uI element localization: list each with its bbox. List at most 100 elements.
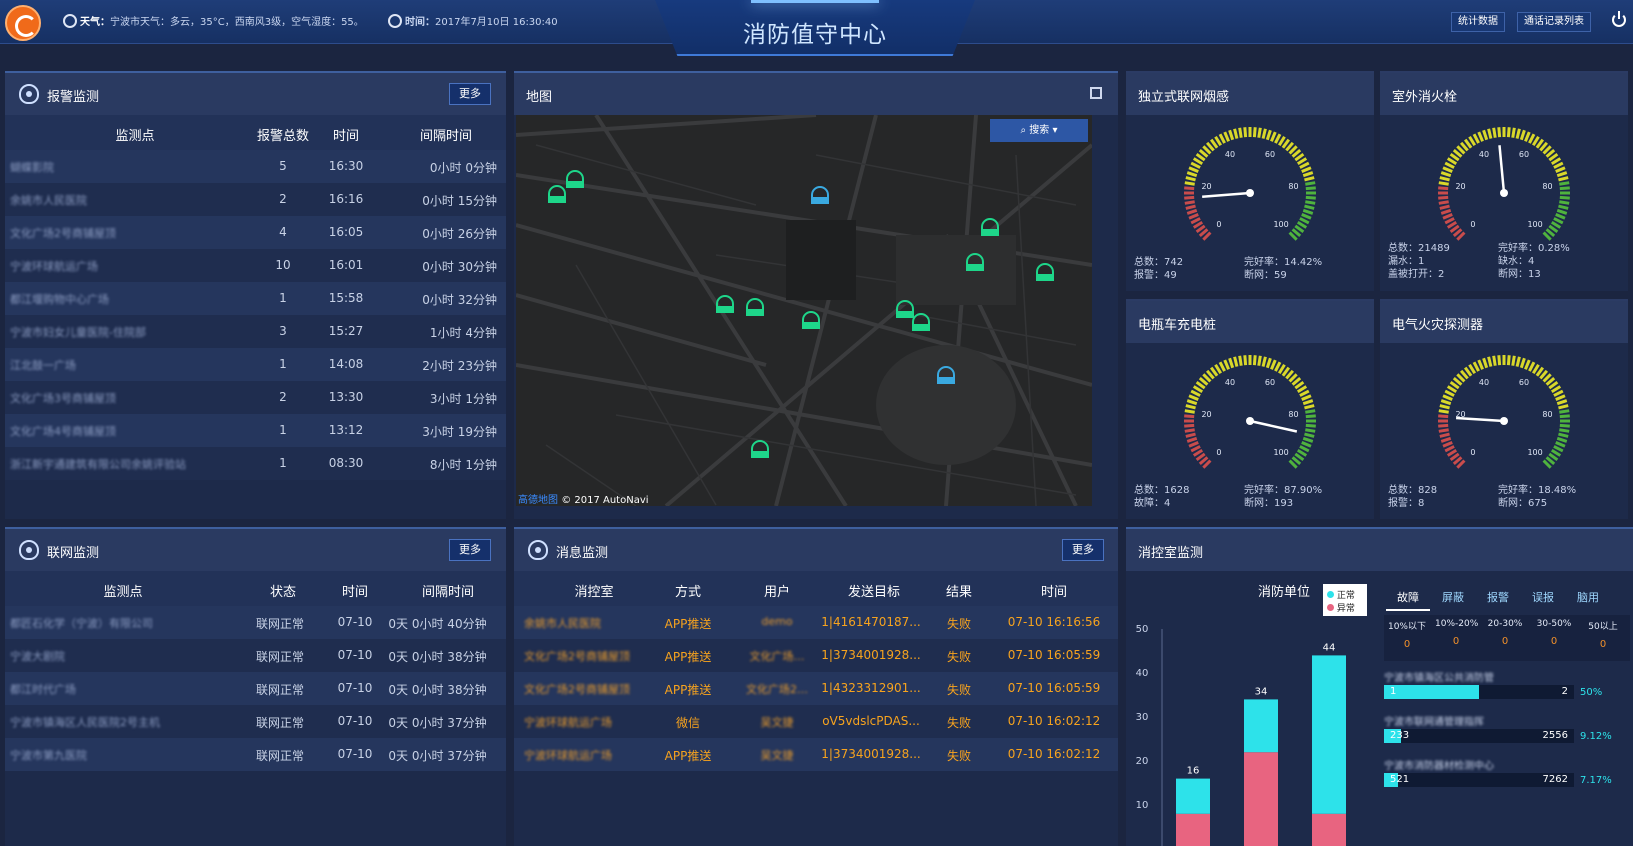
gauge-tick bbox=[1444, 389, 1455, 397]
station-marker-icon[interactable] bbox=[966, 253, 984, 271]
table-cell: 0天 0小时 40分钟 bbox=[388, 617, 487, 631]
bar-segment[interactable] bbox=[1312, 655, 1346, 814]
table-row[interactable]: 宁波市妇女儿童医院-住院部 3 15:27 1小时 4分钟 bbox=[5, 315, 506, 348]
percent-count: 0 bbox=[1452, 636, 1460, 647]
gauge-tick bbox=[1506, 127, 1511, 138]
map-view[interactable]: ⌕ 搜索 ▾ 高德地图 © 2017 AutoNavi bbox=[516, 115, 1092, 506]
table-row[interactable]: 宁波环球航运广场 10 16:01 0小时 30分钟 bbox=[5, 249, 506, 282]
bar-segment[interactable] bbox=[1176, 813, 1210, 846]
call-log-button[interactable]: 通话记录列表 bbox=[1517, 12, 1591, 32]
table-cell: 3小时 19分钟 bbox=[422, 425, 497, 439]
more-button[interactable]: 更多 bbox=[449, 83, 491, 105]
shield-icon bbox=[19, 84, 39, 104]
table-row[interactable]: 文化广场4号商铺屋顶 1 13:12 3小时 19分钟 bbox=[5, 414, 506, 447]
station-marker-icon[interactable] bbox=[802, 311, 820, 329]
gauge-tick-label: 0 bbox=[1216, 448, 1221, 457]
table-row[interactable]: 浙江新宇通建筑有限公司余姚评验站 1 08:30 8小时 1分钟 bbox=[5, 447, 506, 480]
table-row[interactable]: 宁波市第九医院 联网正常 07-10 0天 0小时 37分钟 bbox=[5, 738, 506, 771]
bar-segment[interactable] bbox=[1176, 778, 1210, 814]
gauge-tick bbox=[1468, 135, 1477, 147]
station-marker-icon[interactable] bbox=[912, 313, 930, 331]
table-row[interactable]: 宁波环球航运广场 微信 吴文捷 oV5vdslcPDAS... 失败 07-10 16:0… bbox=[514, 705, 1118, 738]
table-cell: 失败 bbox=[946, 683, 971, 697]
table-row[interactable]: 文化广场2号商铺屋顶 APP推送 文化广场2… 1|4323312901... 失败 07… bbox=[514, 672, 1118, 705]
panel-header: 消控室监测 bbox=[1126, 529, 1633, 571]
table-row[interactable]: 都江时代广场 联网正常 07-10 0天 0小时 38分钟 bbox=[5, 672, 506, 705]
table-cell: APP推送 bbox=[664, 683, 712, 697]
table-cell: 文化广场3号商铺屋顶 bbox=[10, 392, 116, 405]
table-cell: 3小时 1分钟 bbox=[429, 392, 497, 406]
more-button[interactable]: 更多 bbox=[449, 539, 491, 561]
gauge-tick bbox=[1233, 356, 1239, 367]
table-row[interactable]: 文化广场2号商铺屋顶 4 16:05 0小时 26分钟 bbox=[5, 216, 506, 249]
tab-3[interactable]: 误报 bbox=[1521, 589, 1565, 605]
bar-segment[interactable] bbox=[1244, 699, 1278, 753]
table-row[interactable]: 都江堰购物中心广场 1 15:58 0小时 32分钟 bbox=[5, 282, 506, 315]
search-icon: ⌕ bbox=[1020, 125, 1030, 136]
table-row[interactable]: 宁波大剧院 联网正常 07-10 0天 0小时 38分钟 bbox=[5, 639, 506, 672]
weather-text: 宁波市天气：多云，35°C，西南风3级，空气湿度：55。 bbox=[110, 17, 364, 28]
table-row[interactable]: 宁波市镇海区人民医院2号主机 联网正常 07-10 0天 0小时 37分钟 bbox=[5, 705, 506, 738]
table-cell: 宁波市妇女儿童医院-住院部 bbox=[10, 326, 146, 339]
gauge-tick bbox=[1438, 423, 1449, 428]
station-marker-icon[interactable] bbox=[1036, 263, 1054, 281]
table-row[interactable]: 文化广场3号商铺屋顶 2 13:30 3小时 1分钟 bbox=[5, 381, 506, 414]
gauge-tick bbox=[1304, 404, 1315, 410]
gauge-tick bbox=[1184, 409, 1195, 414]
table-cell: 0小时 30分钟 bbox=[422, 260, 497, 274]
gauge-dial: 0 20 40 60 80 100 bbox=[1184, 355, 1316, 469]
gauge-tick bbox=[1265, 357, 1272, 369]
table-cell: 0小时 26分钟 bbox=[422, 227, 497, 241]
table-row[interactable]: 江北鼓一广场 1 14:08 2小时 23分钟 bbox=[5, 348, 506, 381]
map-search-button[interactable]: ⌕ 搜索 ▾ bbox=[990, 119, 1088, 142]
table-row[interactable]: 都匠石化学（宁波）有限公司 联网正常 07-10 0天 0小时 40分钟 bbox=[5, 606, 506, 639]
station-marker-icon[interactable] bbox=[811, 186, 829, 204]
bar-percent: 9.12% bbox=[1580, 731, 1612, 742]
gauge-tick bbox=[1550, 220, 1562, 229]
col-header: 消控室 bbox=[574, 585, 614, 600]
tab-4[interactable]: 脑用 bbox=[1566, 589, 1610, 605]
table-cell: 1小时 4分钟 bbox=[429, 326, 497, 340]
bar-segment[interactable] bbox=[1244, 752, 1278, 846]
power-icon[interactable] bbox=[1612, 11, 1626, 27]
fullscreen-icon[interactable] bbox=[1090, 87, 1102, 99]
station-marker-icon[interactable] bbox=[896, 300, 914, 318]
unit-name: 宁波市联网通管理指挥 bbox=[1384, 717, 1484, 728]
station-marker-icon[interactable] bbox=[548, 185, 566, 203]
station-marker-icon[interactable] bbox=[716, 295, 734, 313]
gauge-stat: 盖被打开：2 bbox=[1388, 269, 1445, 280]
gauge-tick bbox=[1559, 181, 1570, 186]
table-row[interactable]: 余姚市人民医院 2 16:16 0小时 15分钟 bbox=[5, 183, 506, 216]
station-marker-icon[interactable] bbox=[937, 366, 955, 384]
table-cell: 都江堰购物中心广场 bbox=[10, 293, 109, 306]
gauge-tick bbox=[1515, 128, 1521, 139]
stats-button[interactable]: 统计数据 bbox=[1451, 12, 1505, 32]
table-row[interactable]: 余姚市人民医院 APP推送 demo 1|4161470187... 失败 07-10 1… bbox=[514, 606, 1118, 639]
gauge-tick bbox=[1556, 171, 1568, 178]
gauge-tick-label: 80 bbox=[1288, 410, 1298, 419]
gauge-tick-label: 60 bbox=[1265, 150, 1275, 159]
table-header: 监测点 报警总数 时间 间隔时间 bbox=[5, 115, 506, 150]
tab-1[interactable]: 屏蔽 bbox=[1431, 589, 1475, 605]
gauge-tick bbox=[1558, 176, 1569, 182]
table-cell: 宁波环球航运广场 bbox=[524, 749, 612, 762]
bar-segment[interactable] bbox=[1312, 813, 1346, 846]
percent-count: 0 bbox=[1403, 639, 1411, 650]
percent-range: 50以上 bbox=[1588, 622, 1618, 632]
table-row[interactable]: 文化广场2号商铺屋顶 APP推送 文化广场… 1|3734001928... 失败 07-… bbox=[514, 639, 1118, 672]
unit-name: 宁波市消防器材检测中心 bbox=[1384, 761, 1494, 772]
station-marker-icon[interactable] bbox=[981, 218, 999, 236]
col-header: 时间 bbox=[1040, 585, 1067, 600]
more-button[interactable]: 更多 bbox=[1062, 539, 1104, 561]
gauge-tick bbox=[1531, 363, 1540, 375]
station-marker-icon[interactable] bbox=[566, 170, 584, 188]
table-row[interactable]: 蝴蝶影院 5 16:30 0小时 0分钟 bbox=[5, 150, 506, 183]
station-marker-icon[interactable] bbox=[746, 298, 764, 316]
gauge-stat: 断网：13 bbox=[1498, 269, 1541, 280]
station-marker-icon[interactable] bbox=[751, 440, 769, 458]
table-row[interactable]: 宁波环球航运广场 APP推送 吴文捷 1|3734001928... 失败 07-10 1… bbox=[514, 738, 1118, 771]
gauge-tick bbox=[1506, 355, 1511, 366]
tab-0[interactable]: 故障 bbox=[1386, 589, 1430, 611]
gauge-tick bbox=[1304, 176, 1315, 182]
tab-2[interactable]: 报警 bbox=[1476, 589, 1520, 605]
